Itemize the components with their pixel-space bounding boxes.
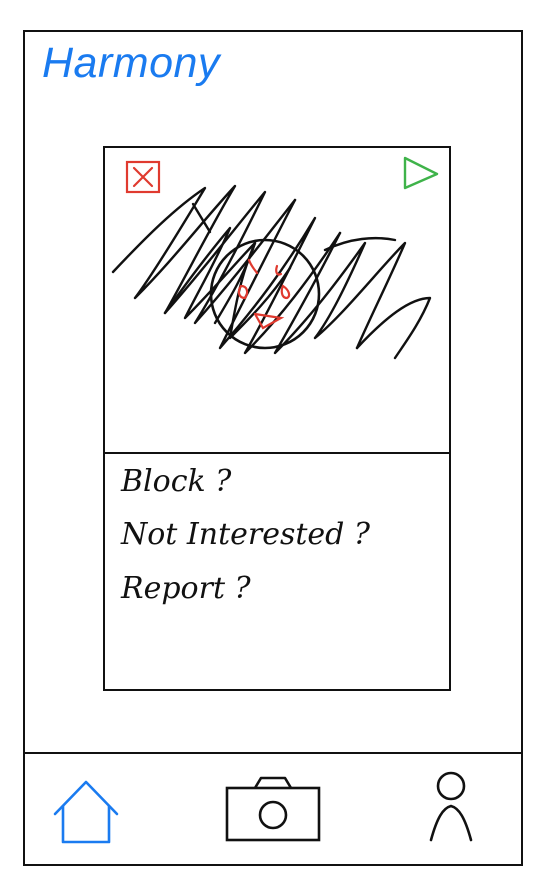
tab-home[interactable]: [51, 776, 121, 846]
camera-icon: [225, 776, 321, 842]
report-option[interactable]: Report ?: [121, 571, 251, 606]
tab-camera[interactable]: [223, 772, 323, 844]
reject-button[interactable]: [125, 160, 161, 194]
profile-photo: [105, 148, 449, 454]
block-option[interactable]: Block ?: [121, 464, 231, 499]
not-interested-option[interactable]: Not Interested ?: [121, 517, 370, 552]
app-title: Harmony: [42, 39, 220, 87]
profile-card: Block ? Not Interested ? Report ?: [103, 146, 451, 691]
tab-profile[interactable]: [427, 770, 475, 844]
home-icon: [53, 780, 119, 844]
bottom-tab-bar: [23, 752, 523, 866]
play-triangle-icon: [403, 156, 439, 190]
person-icon: [429, 771, 473, 842]
x-icon: [125, 160, 161, 194]
like-button[interactable]: [401, 154, 441, 192]
options-menu: Block ? Not Interested ? Report ?: [105, 454, 449, 689]
